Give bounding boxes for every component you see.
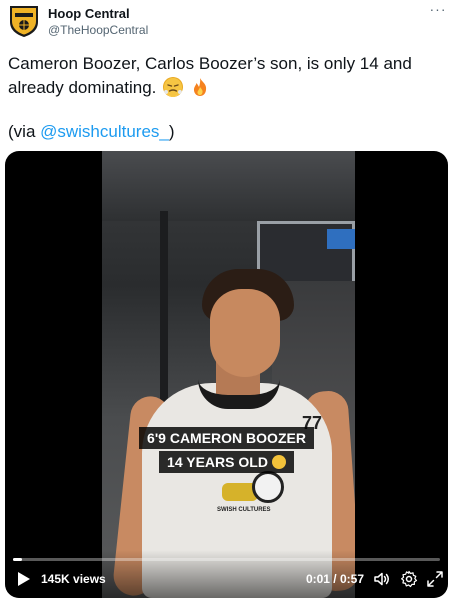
video-frame[interactable]: 77 SWISH CULTURES bbox=[102, 151, 355, 598]
play-icon[interactable] bbox=[17, 571, 31, 587]
gym-ceiling bbox=[102, 151, 355, 221]
screaming-face-icon bbox=[271, 455, 286, 469]
equipment-screen bbox=[327, 229, 355, 249]
settings-icon[interactable] bbox=[400, 570, 418, 588]
video-player[interactable]: 77 SWISH CULTURES 6'9 CAMERON BOOZER 14 … bbox=[5, 151, 448, 598]
via-suffix: ) bbox=[168, 122, 175, 141]
author-info[interactable]: Hoop Central @TheHoopCentral bbox=[48, 6, 148, 38]
video-controls: 145K views 0:01 / 0:57 bbox=[5, 569, 448, 591]
video-caption: 6'9 CAMERON BOOZER 14 YEARS OLD bbox=[5, 427, 448, 475]
jersey-logo-text: SWISH CULTURES bbox=[217, 507, 271, 513]
author-name[interactable]: Hoop Central bbox=[48, 6, 148, 22]
caption-line-1: 6'9 CAMERON BOOZER bbox=[139, 427, 314, 449]
via-mention-link[interactable]: @swishcultures_ bbox=[40, 122, 169, 141]
video-time: 0:01 / 0:57 bbox=[305, 572, 364, 586]
caption-line-2: 14 YEARS OLD bbox=[159, 451, 294, 473]
author-handle[interactable]: @TheHoopCentral bbox=[48, 22, 148, 38]
via-attribution: (via @swishcultures_) bbox=[8, 120, 175, 144]
player-head bbox=[210, 289, 280, 377]
face-with-steam-from-nose-icon bbox=[163, 77, 184, 97]
fire-icon bbox=[193, 78, 206, 96]
more-options-icon[interactable]: ··· bbox=[428, 2, 448, 18]
progress-bar[interactable] bbox=[13, 558, 440, 561]
tweet-body: Cameron Boozer, Carlos Boozer’s son, is … bbox=[8, 54, 412, 97]
caption-line-2-text: 14 YEARS OLD bbox=[167, 454, 268, 470]
view-count: 145K views bbox=[41, 572, 106, 586]
tweet-text: Cameron Boozer, Carlos Boozer’s son, is … bbox=[8, 52, 448, 100]
tweet-header: Hoop Central @TheHoopCentral ··· bbox=[8, 2, 448, 44]
jersey-logo-ball bbox=[252, 471, 284, 503]
fullscreen-icon[interactable] bbox=[426, 570, 444, 588]
via-prefix: (via bbox=[8, 122, 41, 141]
avatar[interactable] bbox=[8, 4, 40, 38]
progress-fill bbox=[13, 558, 22, 561]
volume-icon[interactable] bbox=[373, 570, 391, 588]
